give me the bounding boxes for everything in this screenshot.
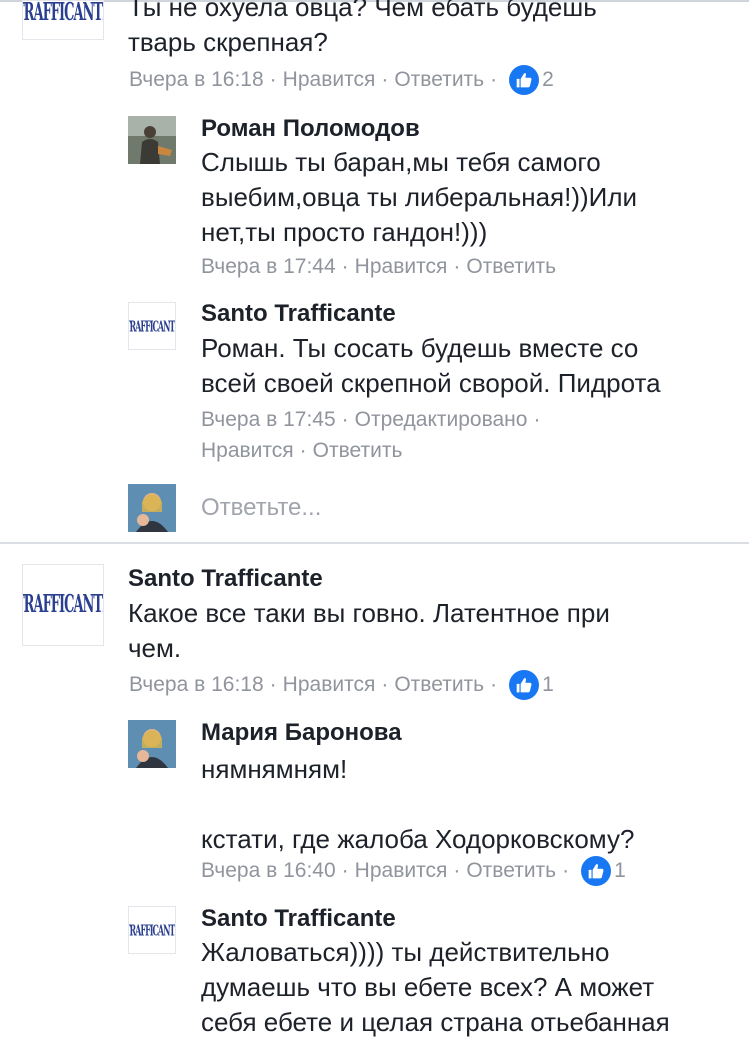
comment-author[interactable]: Santo Trafficante xyxy=(201,300,396,328)
like-link[interactable]: Нравится xyxy=(355,255,448,278)
reply-input[interactable]: Ответьте... xyxy=(201,494,321,522)
comment-text: Жаловаться)))) ты действительно думаешь … xyxy=(201,937,670,1037)
like-link[interactable]: Нравится xyxy=(355,859,448,882)
comment-time[interactable]: Вчера в 17:44 xyxy=(201,255,336,278)
comment-author[interactable]: Роман Поломодов xyxy=(201,115,420,143)
comment-text: Слышь ты баран,мы тебя самого выебим,овц… xyxy=(201,147,638,247)
like-link[interactable]: Нравится xyxy=(283,68,376,91)
reply-link[interactable]: Ответить xyxy=(466,859,556,882)
comment-meta: Вчера в 17:45 · Отредактировано · Нравится · О… xyxy=(201,408,541,462)
avatar-santo-trafficante[interactable]: TRAFFICANTE xyxy=(128,906,176,954)
comment-text: Какое все таки вы говно. Латентное при ч… xyxy=(128,598,610,663)
reply-link[interactable]: Ответить xyxy=(394,673,484,696)
avatar-santo-trafficante[interactable]: TRAFFICANTE xyxy=(128,302,176,350)
comment-time[interactable]: Вчера в 16:18 xyxy=(129,673,264,696)
trafficante-logo: TRAFFICANTE xyxy=(129,316,175,336)
reply-link[interactable]: Ответить xyxy=(466,255,556,278)
avatar-photo xyxy=(128,116,176,164)
like-count: 2 xyxy=(542,68,554,91)
like-link[interactable]: Нравится xyxy=(201,439,294,462)
comment-text: Ты не охуела овца? Чем ебать будешь твар… xyxy=(128,0,597,57)
avatar-photo xyxy=(128,484,176,532)
trafficante-logo: TRAFFICANTE xyxy=(23,590,103,620)
comment-text: Роман. Ты сосать будешь вместе со всей с… xyxy=(201,333,661,398)
reply-link[interactable]: Ответить xyxy=(394,68,484,91)
comment-time[interactable]: Вчера в 17:45 xyxy=(201,408,336,431)
trafficante-logo: TRAFFICANTE xyxy=(129,920,175,940)
edited-link[interactable]: Отредактировано xyxy=(355,408,528,431)
avatar-santo-trafficante[interactable]: TRAFFICANTE xyxy=(22,0,104,40)
thumbs-up-icon[interactable] xyxy=(581,856,612,887)
like-count: 1 xyxy=(542,673,554,696)
trafficante-logo: TRAFFICANTE xyxy=(23,0,103,28)
comment-divider xyxy=(0,542,749,544)
avatar-roman[interactable] xyxy=(128,116,176,164)
comment-meta: Вчера в 16:18 · Нравится · Ответить · 2 xyxy=(129,65,554,96)
thumbs-up-icon[interactable] xyxy=(509,670,540,701)
comment-time[interactable]: Вчера в 16:18 xyxy=(129,68,264,91)
comment-author[interactable]: Santo Trafficante xyxy=(201,905,396,933)
comment-meta: Вчера в 16:18 · Нравится · Ответить · 1 xyxy=(129,670,554,701)
thumbs-up-icon[interactable] xyxy=(509,65,540,96)
reply-link[interactable]: Ответить xyxy=(313,439,403,462)
like-link[interactable]: Нравится xyxy=(283,673,376,696)
avatar-photo xyxy=(128,720,176,768)
avatar-maria[interactable] xyxy=(128,720,176,768)
comment-text: нямнямням! кстати, где жалоба Ходорковск… xyxy=(201,754,635,854)
comment-meta: Вчера в 17:44 · Нравится · Ответить xyxy=(201,255,557,278)
avatar-santo-trafficante[interactable]: TRAFFICANTE xyxy=(22,564,104,646)
like-count: 1 xyxy=(614,859,626,882)
avatar-current-user xyxy=(128,484,176,532)
comment-meta: Вчера в 16:40 · Нравится · Ответить · 1 xyxy=(201,856,626,887)
comment-time[interactable]: Вчера в 16:40 xyxy=(201,859,336,882)
comment-author[interactable]: Santo Trafficante xyxy=(128,565,323,593)
comment-author[interactable]: Мария Баронова xyxy=(201,719,402,747)
